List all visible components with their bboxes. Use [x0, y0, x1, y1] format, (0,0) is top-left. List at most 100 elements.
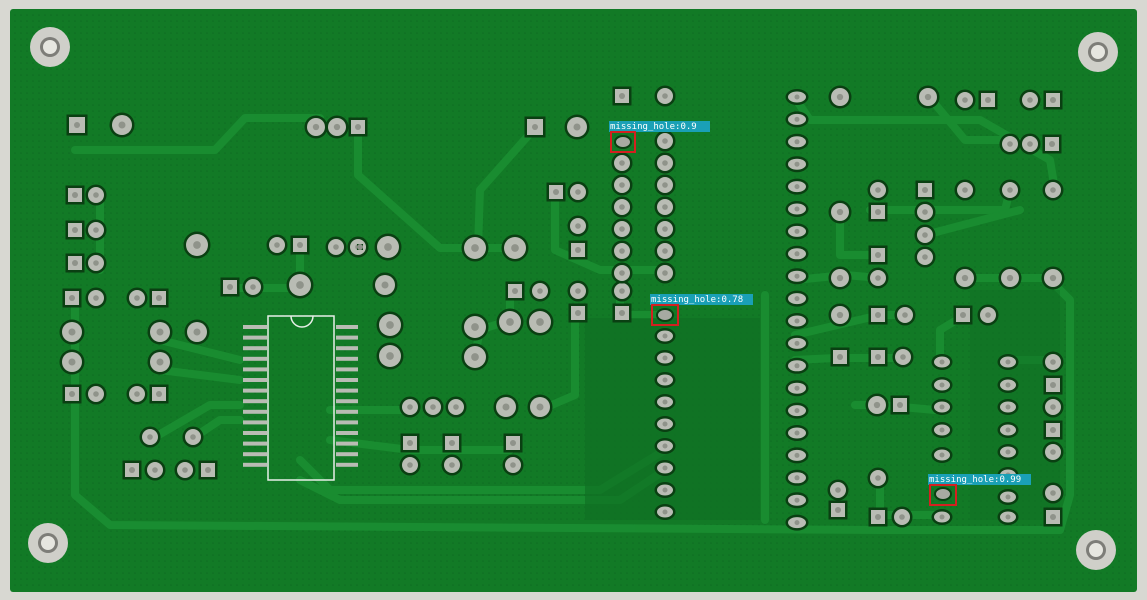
ic-pin: [336, 462, 358, 467]
drill-hole: [794, 228, 800, 234]
drill-hole: [575, 223, 581, 229]
drill-hole: [794, 408, 800, 414]
ic-pin: [243, 399, 267, 404]
drill-hole: [227, 284, 233, 290]
drill-hole: [407, 462, 413, 468]
drill-hole: [74, 122, 80, 128]
drill-hole: [794, 318, 800, 324]
drill-hole: [922, 187, 928, 193]
drill-hole: [960, 312, 966, 318]
drill-hole: [794, 251, 800, 257]
drill-hole: [386, 352, 394, 360]
drill-hole: [835, 487, 841, 493]
drill-hole: [939, 452, 945, 458]
drill-hole: [553, 189, 559, 195]
drill-hole: [156, 328, 164, 336]
drill-hole: [69, 295, 75, 301]
detection-label: missing_hole:0.9: [610, 122, 697, 132]
drill-hole: [182, 467, 188, 473]
drill-hole: [662, 399, 668, 405]
drill-hole: [794, 139, 800, 145]
ic-pin: [336, 399, 358, 404]
drill-hole: [312, 123, 320, 131]
drill-hole: [297, 242, 303, 248]
drill-hole: [93, 227, 99, 233]
drill-hole: [875, 475, 881, 481]
drill-hole: [129, 467, 135, 473]
drill-hole: [794, 497, 800, 503]
drill-hole: [794, 184, 800, 190]
drill-hole: [1027, 141, 1033, 147]
drill-hole: [72, 227, 78, 233]
drill-hole: [386, 321, 394, 329]
drill-hole: [1007, 141, 1013, 147]
drill-hole: [922, 209, 928, 215]
drill-hole: [471, 244, 479, 252]
drill-hole: [662, 182, 668, 188]
drill-hole: [512, 288, 518, 294]
drill-hole: [575, 189, 581, 195]
drill-hole: [794, 206, 800, 212]
drill-hole: [118, 121, 126, 129]
drill-hole: [875, 275, 881, 281]
ic-pin: [336, 441, 358, 446]
drill-hole: [662, 487, 668, 493]
drill-hole: [205, 467, 211, 473]
drill-hole: [384, 243, 392, 251]
drill-hole: [794, 161, 800, 167]
ic-pin: [336, 335, 358, 340]
drill-hole: [1049, 274, 1057, 282]
drill-hole: [333, 244, 339, 250]
drill-hole: [619, 204, 625, 210]
drill-hole: [922, 232, 928, 238]
drill-hole: [1006, 274, 1014, 282]
drill-hole: [1007, 187, 1013, 193]
drill-hole: [922, 254, 928, 260]
drill-hole: [1049, 141, 1055, 147]
drill-hole: [662, 204, 668, 210]
drill-hole: [662, 355, 668, 361]
drill-hole: [357, 244, 363, 250]
drill-hole: [381, 281, 389, 289]
ic-pin: [336, 452, 358, 457]
drill-hole: [502, 403, 510, 411]
drill-hole: [794, 116, 800, 122]
drill-hole: [156, 391, 162, 397]
drill-hole: [93, 295, 99, 301]
ic-pin: [336, 420, 358, 425]
drill-hole: [1005, 359, 1011, 365]
ic-pin: [243, 462, 267, 467]
drill-hole: [575, 310, 581, 316]
drill-hole: [1050, 427, 1056, 433]
drill-hole: [662, 270, 668, 276]
drill-hole: [69, 391, 75, 397]
drill-hole: [662, 138, 668, 144]
drill-hole: [471, 323, 479, 331]
ic-pin: [243, 409, 267, 414]
detection-label: missing_hole:0.99: [929, 475, 1021, 485]
drill-hole: [662, 443, 668, 449]
drill-hole: [985, 312, 991, 318]
ic-pin: [336, 388, 358, 393]
drill-hole: [274, 242, 280, 248]
drill-hole: [536, 403, 544, 411]
drill-hole: [794, 296, 800, 302]
ic-pin: [336, 367, 358, 372]
drill-hole: [837, 354, 843, 360]
drill-hole: [939, 359, 945, 365]
drill-hole: [794, 430, 800, 436]
drill-hole: [900, 354, 906, 360]
ic-pin: [336, 378, 358, 382]
ic-pin: [243, 431, 267, 435]
drill-hole: [449, 462, 455, 468]
drill-hole: [333, 123, 341, 131]
ic-pin: [336, 431, 358, 435]
drill-hole: [1005, 494, 1011, 500]
ic-pin: [243, 356, 267, 361]
drill-hole: [875, 514, 881, 520]
drill-hole: [835, 507, 841, 513]
drill-hole: [619, 182, 625, 188]
missing-hole-pad: [936, 489, 950, 499]
drill-hole: [836, 208, 844, 216]
drill-hole: [836, 274, 844, 282]
